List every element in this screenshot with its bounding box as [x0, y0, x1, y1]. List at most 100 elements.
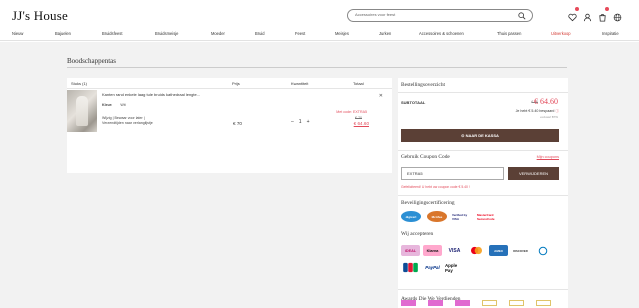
- checkout-label: NAAR DE KASSA: [465, 133, 499, 138]
- verified-by-visa-logo: Verified by VISA: [452, 211, 472, 222]
- tax-note: exclusief BTW: [540, 115, 558, 119]
- order-summary: Bestellingsoverzicht SUBTOTAAL € 70 € 64…: [398, 78, 568, 308]
- old-total: € 70: [355, 116, 362, 120]
- ideal-logo: iDEAL: [401, 245, 420, 256]
- savings-suffix: bespaard: [539, 109, 555, 113]
- quantity-stepper[interactable]: –1 +: [291, 119, 314, 125]
- quantity-minus-button[interactable]: –: [291, 119, 294, 125]
- item-actions: Wijzig | Bewaar voor later |: [102, 116, 145, 120]
- savings-text: Je hebt € 5.40 bespaard ⓘ: [516, 109, 559, 114]
- subtotal-new: € 64.60: [534, 97, 558, 106]
- line-total: € 64.60: [353, 121, 369, 126]
- nav-item-sale[interactable]: Uitverkoop: [551, 31, 571, 36]
- payments-title: Wij accepteren: [401, 231, 434, 237]
- checkout-button[interactable]: ⊙ NAAR DE KASSA: [401, 129, 559, 142]
- nav-item-accessoires[interactable]: Accessoires & schoenen: [419, 31, 464, 36]
- site-logo[interactable]: JJ's House: [12, 8, 68, 24]
- cart-table: Stuks (1) Prijs Kwantiteit Totaal Kanten…: [67, 78, 392, 173]
- nav-item-bruidsfeest[interactable]: Bruidsfeest: [102, 31, 122, 36]
- cart-divider: [67, 88, 392, 89]
- search-placeholder: Accessoires voor feest: [355, 12, 396, 17]
- shipping-link[interactable]: Verzendtijden naar verlanglijstje: [102, 121, 153, 125]
- award-badge: [509, 300, 524, 306]
- search-input[interactable]: Accessoires voor feest: [347, 9, 533, 22]
- nav-item-bruidsmeisje[interactable]: Bruidsmeisje: [155, 31, 178, 36]
- awards-divider: [398, 289, 568, 290]
- visa-logo: VISA: [445, 245, 464, 256]
- nav-item-thuis-passen[interactable]: Thuis passen: [497, 31, 521, 36]
- globe-icon[interactable]: [613, 9, 622, 22]
- nav-item-bruid[interactable]: Bruid: [255, 31, 265, 36]
- product-image[interactable]: [67, 90, 97, 132]
- product-color: Kleur: Wit: [102, 103, 126, 107]
- nav-item-jurken[interactable]: Jurken: [379, 31, 391, 36]
- mastercard-logo: [467, 245, 486, 256]
- col-total: Totaal: [353, 81, 364, 86]
- apple-pay-logo: Apple Pay: [445, 262, 464, 273]
- coupon-divider: [398, 150, 568, 151]
- my-coupons-link[interactable]: Mijn coupons: [537, 155, 559, 159]
- mcafee-logo: McAfee: [427, 211, 447, 222]
- col-quantity: Kwantiteit: [291, 81, 309, 86]
- col-items: Stuks (1): [71, 81, 88, 86]
- certification-title: Beveiligingscertificering: [401, 200, 455, 206]
- wishlist-badge: [575, 7, 579, 11]
- amex-logo: AMEX: [489, 245, 508, 256]
- remove-item-icon[interactable]: ✕: [379, 93, 383, 99]
- remove-coupon-button[interactable]: VERWIJDEREN: [508, 167, 559, 180]
- nav-item-inspiratie[interactable]: Inspiratie: [602, 31, 619, 36]
- header: JJ's House Accessoires voor feest Nieuw …: [0, 0, 639, 42]
- nav-item-bajuelen[interactable]: Bajuelen: [55, 31, 71, 36]
- user-icon[interactable]: [583, 9, 592, 22]
- save-for-later-link[interactable]: Bewaar voor later: [115, 116, 143, 120]
- securecode-text: MasterCard SecureCode: [477, 212, 495, 221]
- award-badge: [428, 300, 443, 306]
- edit-link[interactable]: Wijzig: [102, 116, 112, 120]
- award-badge: [401, 300, 416, 306]
- discount-code-note: Met code: EXTRA5: [336, 110, 367, 114]
- coupon-input[interactable]: EXTRA5: [401, 167, 504, 180]
- savings-amount: € 5.40: [528, 109, 539, 113]
- jcb-logo: [401, 262, 420, 273]
- title-divider: [67, 67, 567, 68]
- page-title: Boodschappentas: [67, 57, 116, 65]
- info-icon[interactable]: ⓘ: [555, 109, 559, 113]
- col-price: Prijs: [232, 81, 240, 86]
- cart-icon[interactable]: [598, 7, 609, 22]
- nav-item-feest[interactable]: Feest: [295, 31, 305, 36]
- quantity-value[interactable]: 1: [299, 119, 302, 125]
- cart-badge: [605, 7, 609, 11]
- cert-divider: [398, 195, 568, 196]
- coupon-message: Gefeliciteerd! U hebt uw coupon code € 5…: [401, 185, 470, 189]
- award-badge: [536, 300, 551, 306]
- savings-prefix: Je hebt: [515, 109, 528, 113]
- award-badge: [455, 300, 470, 306]
- quantity-plus-button[interactable]: +: [307, 119, 310, 125]
- unit-price: € 70: [233, 121, 242, 126]
- mastercard-securecode-logo: MasterCard SecureCode: [477, 211, 501, 222]
- lock-icon: ⊙: [461, 133, 465, 138]
- digicert-logo: digicert: [401, 211, 421, 222]
- nav-item-nieuw[interactable]: Nieuw: [12, 31, 23, 36]
- coupon-title: Gebruik Coupon Code: [401, 154, 450, 160]
- award-badge: [482, 300, 497, 306]
- main-nav: Nieuw Bajuelen Bruidsfeest Bruidsmeisje …: [0, 28, 639, 41]
- color-value: Wit: [120, 103, 126, 107]
- color-label: Kleur:: [102, 103, 113, 107]
- main-content: Boodschappentas Stuks (1) Prijs Kwantite…: [0, 42, 639, 308]
- summary-divider: [398, 92, 568, 93]
- heart-icon[interactable]: [568, 7, 579, 22]
- subtotal-label: SUBTOTAAL: [401, 100, 426, 105]
- nav-item-meisjes[interactable]: Meisjes: [335, 31, 349, 36]
- search-icon[interactable]: [518, 12, 526, 20]
- paypal-logo: PayPal: [423, 262, 442, 273]
- visa-verified-text: Verified by VISA: [452, 212, 468, 221]
- product-name[interactable]: Kanten rand enkele laag tule bruids kath…: [102, 92, 200, 97]
- discover-logo: DISCOVER: [511, 245, 530, 256]
- diners-club-logo: [533, 245, 552, 256]
- nav-item-moeder[interactable]: Moeder: [211, 31, 225, 36]
- digicert-text: digicert: [405, 214, 417, 219]
- summary-title: Bestellingsoverzicht: [401, 82, 446, 88]
- klarna-logo: Klarna: [423, 245, 442, 256]
- mcafee-text: McAfee: [431, 214, 443, 219]
